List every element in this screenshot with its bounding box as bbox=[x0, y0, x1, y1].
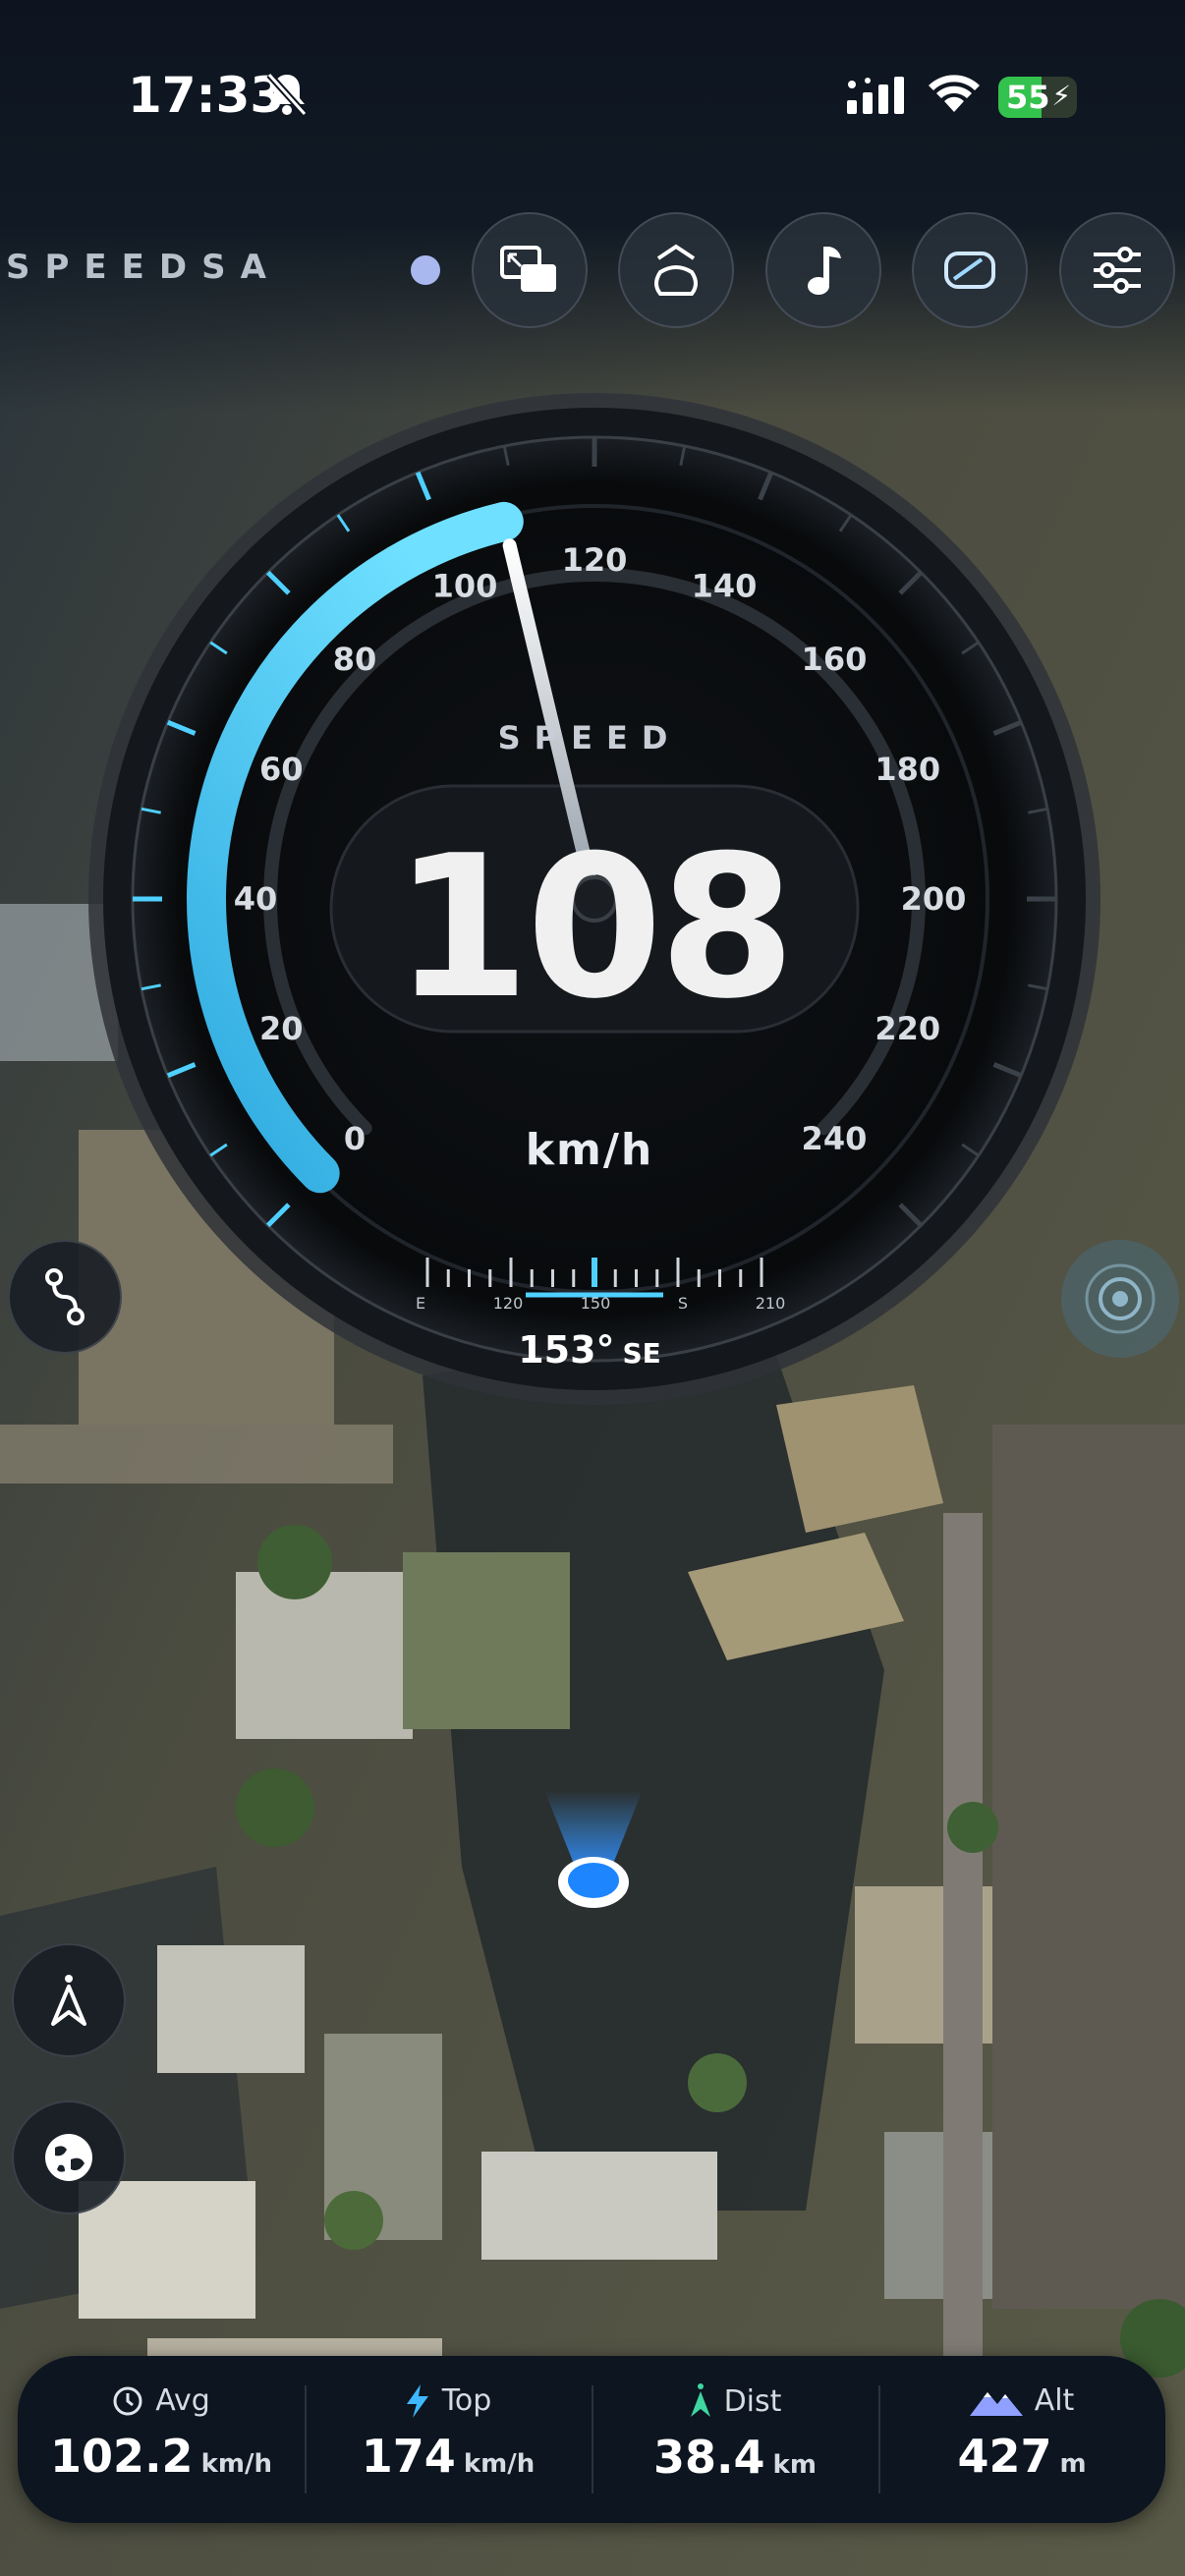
north-arrow-icon bbox=[690, 2383, 710, 2417]
stat-average[interactable]: Avg 102.2 km/h bbox=[18, 2356, 305, 2523]
compass-scale-label: 120 bbox=[493, 1294, 524, 1313]
gauge-tick-label: 80 bbox=[333, 641, 377, 678]
stat-distance[interactable]: Dist 38.4 km bbox=[592, 2356, 878, 2523]
recenter-button[interactable] bbox=[1061, 1240, 1179, 1358]
pip-icon bbox=[500, 246, 556, 292]
stat-top-unit: km/h bbox=[463, 2449, 536, 2479]
gauge-tick-label: 180 bbox=[875, 751, 940, 788]
stat-distance-unit: km bbox=[772, 2450, 817, 2480]
heading-cardinal: SE bbox=[622, 1337, 661, 1370]
stat-altitude-unit: m bbox=[1059, 2449, 1087, 2479]
stat-average-value: 102.2 bbox=[50, 2430, 194, 2483]
wifi-icon bbox=[929, 75, 980, 112]
cellular-signal-icon bbox=[847, 77, 904, 114]
sliders-icon bbox=[1094, 247, 1141, 294]
speed-label: SPEED bbox=[497, 719, 682, 756]
hud-icon bbox=[654, 244, 698, 296]
music-note-icon bbox=[808, 247, 841, 295]
pip-button[interactable] bbox=[472, 212, 588, 328]
compass-scale-label: 210 bbox=[756, 1294, 786, 1313]
bolt-icon bbox=[406, 2383, 428, 2418]
stat-top-label: Top bbox=[441, 2383, 492, 2418]
battery-indicator: 55 ⚡ bbox=[998, 77, 1077, 118]
globe-icon bbox=[45, 2134, 92, 2181]
mirror-button[interactable] bbox=[912, 212, 1028, 328]
compass-scale-label: S bbox=[678, 1294, 688, 1313]
stat-average-label: Avg bbox=[155, 2383, 210, 2418]
compass-arrow-icon bbox=[51, 1975, 86, 2026]
stat-top[interactable]: Top 174 km/h bbox=[305, 2356, 592, 2523]
mountain-icon bbox=[969, 2391, 1023, 2416]
stat-top-value: 174 bbox=[361, 2430, 456, 2483]
heading-degrees: 153° bbox=[518, 1328, 615, 1372]
stat-average-unit: km/h bbox=[200, 2449, 272, 2479]
trip-stats-bar: Avg 102.2km/h Top 174km/h Dist 38.4km bbox=[18, 2356, 1165, 2523]
recenter-icon bbox=[1085, 1263, 1156, 1334]
route-icon bbox=[45, 1268, 85, 1325]
compass-scale-label: E bbox=[416, 1294, 425, 1313]
gauge-tick-label: 160 bbox=[802, 641, 868, 678]
stat-distance-value: 38.4 bbox=[653, 2431, 765, 2484]
clock-icon bbox=[113, 2386, 142, 2415]
gauge-tick-label: 100 bbox=[432, 567, 498, 604]
speed-value: 108 bbox=[393, 813, 795, 1042]
hud-button[interactable] bbox=[618, 212, 734, 328]
current-location-marker bbox=[544, 1790, 643, 1908]
app-brand: SPEEDSA bbox=[6, 248, 281, 287]
stat-altitude-label: Alt bbox=[1034, 2383, 1075, 2418]
gauge-tick-label: 240 bbox=[802, 1120, 868, 1157]
mirror-icon bbox=[944, 252, 995, 289]
gps-status-dot bbox=[411, 255, 440, 285]
speed-unit: km/h bbox=[525, 1125, 654, 1175]
status-bar: 17:33 55 ⚡ bbox=[0, 59, 1185, 138]
compass-heading: 153° SE bbox=[462, 1328, 717, 1372]
charging-bolt-icon: ⚡ bbox=[1051, 80, 1071, 112]
gauge-tick-label: 60 bbox=[259, 751, 304, 788]
gauge-tick-label: 40 bbox=[234, 880, 278, 918]
gauge-tick-label: 220 bbox=[875, 1010, 940, 1047]
silent-bell-icon bbox=[266, 72, 308, 116]
gauge-tick-label: 120 bbox=[562, 541, 628, 579]
stat-altitude[interactable]: Alt 427 m bbox=[878, 2356, 1165, 2523]
gauge-tick-label: 20 bbox=[259, 1010, 304, 1047]
stat-altitude-value: 427 bbox=[957, 2430, 1052, 2483]
map-style-button[interactable] bbox=[12, 2100, 126, 2214]
status-time: 17:33 bbox=[128, 67, 285, 124]
settings-button[interactable] bbox=[1059, 212, 1175, 328]
gauge-tick-label: 200 bbox=[901, 880, 967, 918]
stat-distance-label: Dist bbox=[723, 2383, 782, 2419]
gauge-tick-label: 140 bbox=[692, 567, 758, 604]
route-button[interactable] bbox=[8, 1240, 122, 1354]
music-button[interactable] bbox=[765, 212, 881, 328]
battery-level: 55 bbox=[1006, 79, 1050, 116]
gauge-tick-label: 0 bbox=[344, 1120, 366, 1157]
navigation-mode-button[interactable] bbox=[12, 1943, 126, 2057]
